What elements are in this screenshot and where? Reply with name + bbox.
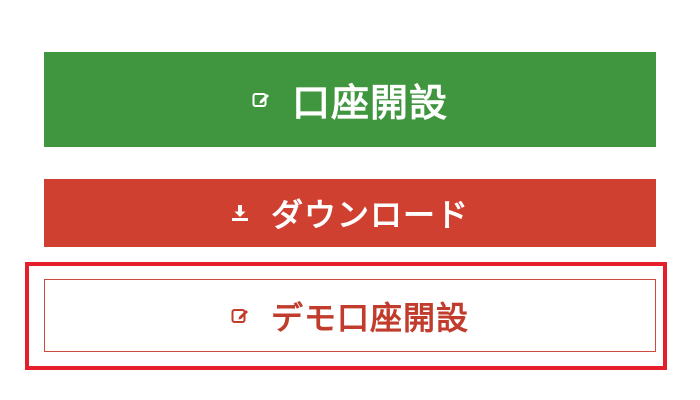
page: 口座開設 ダウンロード デモ口座開設 [0, 0, 700, 400]
demo-account-button[interactable]: デモ口座開設 [44, 279, 656, 352]
download-icon [231, 204, 249, 222]
demo-account-label: デモ口座開設 [270, 298, 469, 337]
edit-icon [252, 91, 270, 109]
download-label: ダウンロード [270, 196, 469, 234]
edit-icon [231, 307, 249, 325]
download-button[interactable]: ダウンロード [44, 179, 656, 247]
open-account-button[interactable]: 口座開設 [44, 52, 656, 147]
open-account-label: 口座開設 [291, 81, 448, 125]
